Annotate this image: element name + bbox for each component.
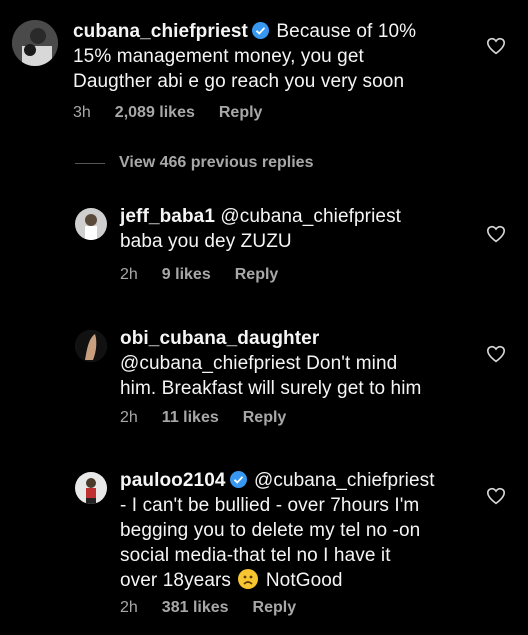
mention-link[interactable]: @cubana_chiefpriest: [120, 353, 301, 374]
heart-icon[interactable]: [486, 487, 506, 505]
avatar[interactable]: [75, 330, 107, 362]
replies-divider: [75, 163, 105, 164]
timestamp: 2h: [120, 599, 138, 616]
reply-button[interactable]: Reply: [243, 409, 287, 426]
comment-text: obi_cubana_daughter @cubana_chiefpriest …: [120, 328, 422, 399]
avatar[interactable]: [75, 208, 107, 240]
comment-meta: 2h 9 likes Reply: [120, 266, 302, 284]
comment-text: cubana_chiefpriest Because of 10% 15% ma…: [73, 21, 417, 92]
likes-count[interactable]: 381 likes: [162, 599, 229, 616]
avatar[interactable]: [12, 20, 58, 66]
comment-text: pauloo2104 @cubana_chiefpriest - I can't…: [120, 470, 435, 591]
mention-link[interactable]: @cubana_chiefpriest: [220, 206, 401, 227]
timestamp: 3h: [73, 104, 91, 121]
frowning-face-emoji-icon: [238, 569, 259, 589]
reply-button[interactable]: Reply: [235, 266, 279, 283]
timestamp: 2h: [120, 409, 138, 426]
mention-link[interactable]: @cubana_chiefpriest: [254, 470, 435, 491]
comment-meta: 2h 381 likes Reply: [120, 599, 320, 617]
username[interactable]: cubana_chiefpriest: [73, 21, 248, 42]
username[interactable]: obi_cubana_daughter: [120, 328, 319, 349]
heart-icon[interactable]: [486, 225, 506, 243]
comment-cubana-chiefpriest: cubana_chiefpriest Because of 10% 15% ma…: [0, 0, 528, 140]
likes-count[interactable]: 9 likes: [162, 266, 211, 283]
reply-button[interactable]: Reply: [253, 599, 297, 616]
username[interactable]: jeff_baba1: [120, 206, 215, 227]
reply-button[interactable]: Reply: [219, 104, 263, 121]
likes-count[interactable]: 11 likes: [162, 409, 219, 426]
heart-icon[interactable]: [486, 345, 506, 363]
verified-badge-icon: [229, 471, 247, 488]
heart-icon[interactable]: [486, 37, 506, 55]
comment-meta: 3h 2,089 likes Reply: [73, 104, 286, 122]
username[interactable]: pauloo2104: [120, 470, 226, 491]
view-previous-replies-button[interactable]: View 466 previous replies: [119, 154, 313, 172]
comment-text: jeff_baba1 @cubana_chiefpriest baba you …: [120, 206, 402, 252]
avatar[interactable]: [75, 472, 107, 504]
comment-meta: 2h 11 likes Reply: [120, 409, 310, 427]
likes-count[interactable]: 2,089 likes: [115, 104, 195, 121]
verified-badge-icon: [251, 22, 269, 39]
timestamp: 2h: [120, 266, 138, 283]
